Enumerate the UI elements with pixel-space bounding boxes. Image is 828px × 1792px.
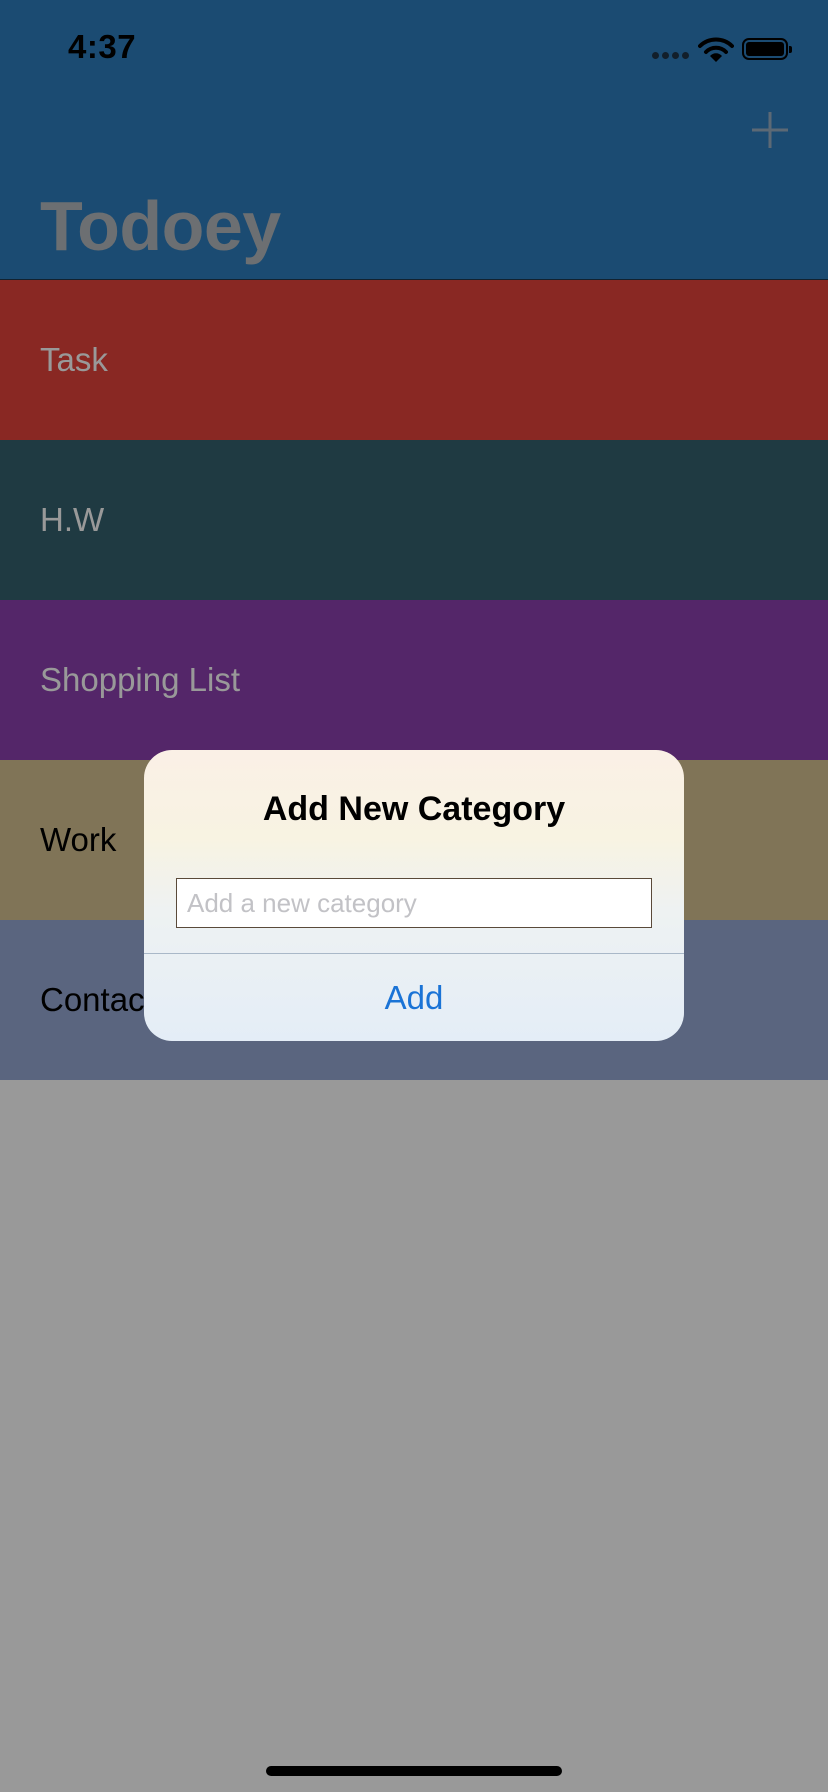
category-name-input[interactable]: [176, 878, 652, 928]
home-indicator: [266, 1766, 562, 1776]
add-category-alert: Add New Category Add: [144, 750, 684, 1041]
add-button[interactable]: Add: [144, 954, 684, 1041]
alert-title: Add New Category: [262, 790, 566, 828]
